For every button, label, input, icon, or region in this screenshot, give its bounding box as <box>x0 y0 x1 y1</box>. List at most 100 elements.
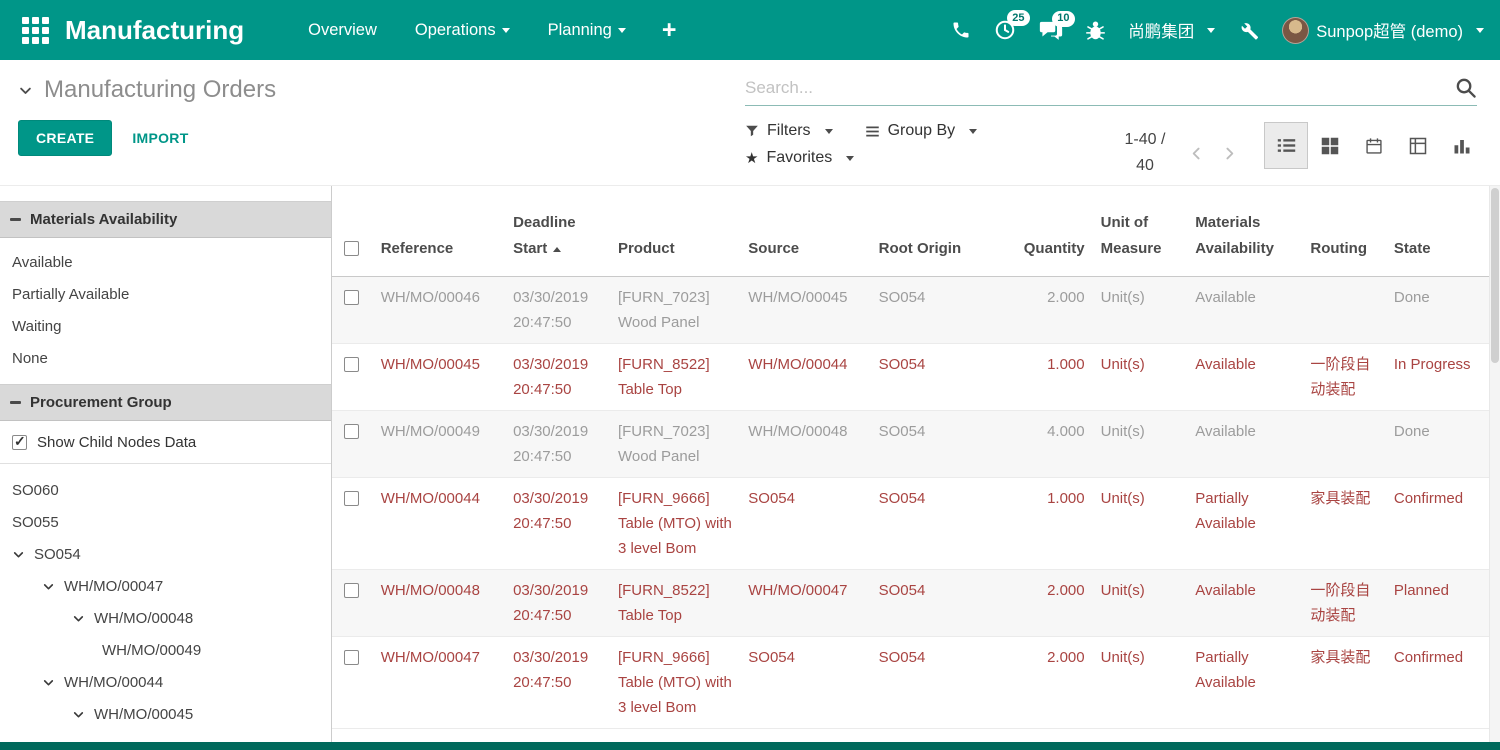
tree-item-label: WH/MO/00044 <box>64 674 163 691</box>
pager: 1-40 / 40 <box>1114 127 1242 180</box>
new-menu-button[interactable]: + <box>662 18 677 43</box>
user-menu[interactable]: Sunpop超管 (demo) <box>1282 17 1484 44</box>
tree-item[interactable]: WH/MO/00045 <box>0 698 331 730</box>
tree-item[interactable]: WH/MO/00044 <box>0 666 331 698</box>
cell-state: Planned <box>1386 569 1500 636</box>
kanban-view-button[interactable] <box>1308 122 1352 169</box>
chevron-down-icon <box>618 28 626 33</box>
pager-next-button[interactable] <box>1217 141 1242 166</box>
group-by-menu[interactable]: Group By <box>865 122 978 140</box>
messages-chat-icon[interactable]: 10 <box>1039 20 1063 41</box>
filters-menu[interactable]: Filters <box>745 122 833 140</box>
search-icon[interactable] <box>1454 76 1477 99</box>
column-header-root_origin[interactable]: Root Origin <box>871 186 1003 276</box>
scrollbar-thumb[interactable] <box>1491 188 1499 363</box>
pager-range: 1-40 / 40 <box>1114 127 1176 180</box>
row-checkbox[interactable] <box>344 290 359 305</box>
orders-table: ReferenceDeadline StartProduct Source Root… <box>332 186 1500 729</box>
tools-icon[interactable] <box>1238 20 1259 41</box>
row-checkbox[interactable] <box>344 424 359 439</box>
column-header-product[interactable]: Product <box>610 186 740 276</box>
apps-grid-icon[interactable] <box>22 17 49 44</box>
filter-icon <box>745 124 759 138</box>
tree-item[interactable]: SO054 <box>0 538 331 570</box>
row-checkbox[interactable] <box>344 583 359 598</box>
sidebar-section-header[interactable]: Procurement Group <box>0 384 331 421</box>
sidebar-filter-item[interactable]: None <box>0 343 331 375</box>
column-label: Quantity <box>1024 240 1085 257</box>
favorites-menu[interactable]: ★ Favorites <box>745 149 854 167</box>
order-row[interactable]: WH/MO/0004503/30/2019 20:47:50[FURN_8522… <box>332 343 1500 410</box>
content-area: Materials AvailabilityAvailablePartially… <box>0 185 1500 742</box>
column-header-availability[interactable]: Materials Availability <box>1187 186 1302 276</box>
menu-operations[interactable]: Operations <box>415 21 510 40</box>
order-row[interactable]: WH/MO/0004703/30/2019 20:47:50[FURN_9666… <box>332 636 1500 728</box>
vertical-scrollbar[interactable] <box>1489 186 1500 742</box>
cell-availability: Available <box>1187 343 1302 410</box>
list-view-button[interactable] <box>1264 122 1308 169</box>
cell-reference: WH/MO/00045 <box>373 343 505 410</box>
breadcrumb-toggle-icon[interactable] <box>18 83 33 98</box>
sidebar-filter-item[interactable]: Waiting <box>0 311 331 343</box>
column-header-routing[interactable]: Routing <box>1302 186 1386 276</box>
bug-icon[interactable] <box>1086 20 1105 41</box>
company-switcher[interactable]: 尚鹏集团 <box>1128 18 1215 42</box>
order-row[interactable]: WH/MO/0004603/30/2019 20:47:50[FURN_7023… <box>332 276 1500 343</box>
tree-item[interactable]: WH/MO/00047 <box>0 570 331 602</box>
cell-deadline: 03/30/2019 20:47:50 <box>505 410 610 477</box>
sidebar-section-header[interactable]: Materials Availability <box>0 201 331 238</box>
column-header-state[interactable]: State <box>1386 186 1500 276</box>
phone-icon[interactable] <box>951 20 971 40</box>
sidebar-filter-item[interactable]: Partially Available <box>0 279 331 311</box>
tree-item[interactable]: WH/MO/00048 <box>0 602 331 634</box>
search-bar <box>745 76 1477 106</box>
column-label: Routing <box>1310 240 1367 257</box>
column-header-quantity[interactable]: Quantity <box>1003 186 1093 276</box>
order-row[interactable]: WH/MO/0004903/30/2019 20:47:50[FURN_7023… <box>332 410 1500 477</box>
column-label: Source <box>748 240 799 257</box>
cell-source: WH/MO/00048 <box>740 410 870 477</box>
graph-view-button[interactable] <box>1440 122 1484 169</box>
create-button[interactable]: CREATE <box>18 120 112 156</box>
tree-item[interactable]: SO060 <box>0 474 331 506</box>
column-header-reference[interactable]: Reference <box>373 186 505 276</box>
show-child-nodes-option: Show Child Nodes Data <box>0 421 331 464</box>
row-checkbox[interactable] <box>344 357 359 372</box>
pager-previous-button[interactable] <box>1184 141 1209 166</box>
select-all-checkbox[interactable] <box>344 241 359 256</box>
user-name: Sunpop超管 (demo) <box>1316 18 1463 42</box>
show-child-nodes-checkbox[interactable] <box>12 435 27 450</box>
cell-source: WH/MO/00044 <box>740 343 870 410</box>
tree-item[interactable]: SO055 <box>0 506 331 538</box>
menu-planning[interactable]: Planning <box>548 21 626 40</box>
cell-root_origin: SO054 <box>871 276 1003 343</box>
cell-availability: Partially Available <box>1187 636 1302 728</box>
row-checkbox[interactable] <box>344 491 359 506</box>
cell-product: [FURN_8522] Table Top <box>610 569 740 636</box>
pivot-view-button[interactable] <box>1396 122 1440 169</box>
column-header-source[interactable]: Source <box>740 186 870 276</box>
tree-item[interactable]: WH/MO/00049 <box>0 634 331 666</box>
control-panel: Manufacturing Orders CREATE IMPORT Filte… <box>0 60 1500 185</box>
topbar-systray: 25 10 尚鹏集团 Sunpop超管 (demo) <box>951 17 1484 44</box>
column-header-uom[interactable]: Unit of Measure <box>1093 186 1188 276</box>
cell-quantity: 1.000 <box>1003 477 1093 569</box>
cell-routing <box>1302 276 1386 343</box>
cell-reference: WH/MO/00044 <box>373 477 505 569</box>
group-by-label: Group By <box>888 122 956 140</box>
table-header-row: ReferenceDeadline StartProduct Source Root… <box>332 186 1500 276</box>
app-title: Manufacturing <box>65 15 244 46</box>
order-row[interactable]: WH/MO/0004803/30/2019 20:47:50[FURN_8522… <box>332 569 1500 636</box>
row-checkbox[interactable] <box>344 650 359 665</box>
activities-clock-icon[interactable]: 25 <box>994 19 1016 41</box>
import-button[interactable]: IMPORT <box>132 130 188 146</box>
cell-routing: 家具装配 <box>1302 477 1386 569</box>
order-row[interactable]: WH/MO/0004403/30/2019 20:47:50[FURN_9666… <box>332 477 1500 569</box>
menu-overview[interactable]: Overview <box>308 21 377 40</box>
calendar-view-button[interactable] <box>1352 122 1396 169</box>
chevron-down-icon <box>12 548 25 561</box>
column-header-deadline[interactable]: Deadline Start <box>505 186 610 276</box>
sidebar-filter-item[interactable]: Available <box>0 247 331 279</box>
cell-uom: Unit(s) <box>1093 636 1188 728</box>
search-input[interactable] <box>745 78 1454 98</box>
